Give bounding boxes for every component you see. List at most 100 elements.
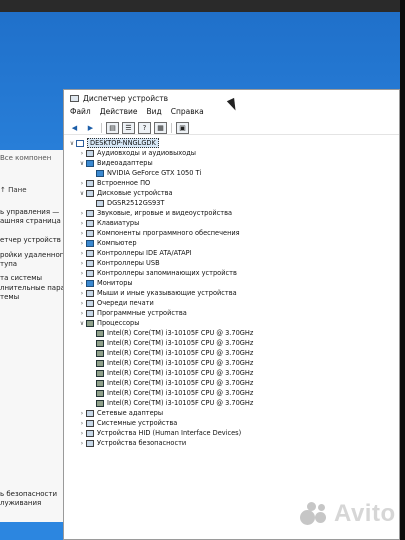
- tree-category[interactable]: › Компьютер: [78, 238, 137, 248]
- tree-device[interactable]: Intel(R) Core(TM) i3-10105F CPU @ 3.70GH…: [88, 328, 253, 338]
- tree-device[interactable]: Intel(R) Core(TM) i3-10105F CPU @ 3.70GH…: [88, 388, 253, 398]
- cp-link-device-manager[interactable]: етчер устройств: [0, 236, 61, 244]
- expand-chevron-icon[interactable]: ›: [78, 280, 86, 287]
- tree-device[interactable]: Intel(R) Core(TM) i3-10105F CPU @ 3.70GH…: [88, 398, 253, 408]
- toolbar-separator: [101, 122, 102, 133]
- expand-chevron-icon[interactable]: ›: [78, 290, 86, 297]
- expand-chevron-icon[interactable]: ›: [78, 300, 86, 307]
- tree-label: Встроенное ПО: [97, 179, 151, 187]
- tree-label: Intel(R) Core(TM) i3-10105F CPU @ 3.70GH…: [107, 369, 254, 377]
- tree-category[interactable]: ∨ Процессоры: [78, 318, 140, 328]
- device-icon: [86, 219, 94, 227]
- tree-label: Процессоры: [97, 319, 140, 327]
- tree-device[interactable]: Intel(R) Core(TM) i3-10105F CPU @ 3.70GH…: [88, 368, 253, 378]
- window-title-bar: Диспетчер устройств: [70, 94, 168, 103]
- cp-link-home[interactable]: ь управления —: [0, 208, 59, 216]
- tree-category[interactable]: › Устройства безопасности: [78, 438, 186, 448]
- device-icon: [86, 309, 94, 317]
- back-arrow-icon[interactable]: ↑: [0, 186, 8, 194]
- properties-icon[interactable]: ▤: [106, 121, 119, 134]
- expand-chevron-icon[interactable]: ›: [78, 220, 86, 227]
- menu-view[interactable]: Вид: [146, 107, 161, 120]
- expand-chevron-icon[interactable]: ›: [78, 440, 86, 447]
- cp-link-maintenance[interactable]: луживания: [0, 499, 41, 507]
- tree-device[interactable]: Intel(R) Core(TM) i3-10105F CPU @ 3.70GH…: [88, 358, 253, 368]
- tree-label: Звуковые, игровые и видеоустройства: [97, 209, 233, 217]
- tree-category[interactable]: › Клавиатуры: [78, 218, 140, 228]
- tree-label: Intel(R) Core(TM) i3-10105F CPU @ 3.70GH…: [107, 339, 254, 347]
- expand-chevron-icon[interactable]: ›: [78, 310, 86, 317]
- cp-link-home-page[interactable]: ашняя страница: [0, 217, 61, 225]
- tree-category[interactable]: › Встроенное ПО: [78, 178, 150, 188]
- cp-link-remote-2[interactable]: тупа: [0, 260, 17, 268]
- menu-action[interactable]: Действие: [100, 107, 138, 120]
- cp-link-security[interactable]: ь безопасности: [0, 490, 57, 498]
- tree-category[interactable]: › Контроллеры IDE ATA/ATAPI: [78, 248, 192, 258]
- expand-chevron-icon[interactable]: ›: [78, 150, 86, 157]
- device-icon: [86, 259, 94, 267]
- control-panel-window: Все компонен ↑ Пане ь управления — ашняя…: [0, 150, 78, 522]
- tree-category[interactable]: › Контроллеры запоминающих устройств: [78, 268, 237, 278]
- collapse-chevron-icon[interactable]: ∨: [78, 320, 86, 327]
- expand-chevron-icon[interactable]: ›: [78, 240, 86, 247]
- address-text: Пане: [8, 186, 27, 194]
- tree-label: Клавиатуры: [97, 219, 140, 227]
- tree-category[interactable]: › Сетевые адаптеры: [78, 408, 163, 418]
- tree-category[interactable]: ∨ Видеоадаптеры: [78, 158, 153, 168]
- tree-category[interactable]: › Мыши и иные указывающие устройства: [78, 288, 237, 298]
- tree-category[interactable]: › Контроллеры USB: [78, 258, 160, 268]
- tree-category[interactable]: › Устройства HID (Human Interface Devices…: [78, 428, 241, 438]
- help-icon[interactable]: ?: [138, 121, 151, 134]
- expand-chevron-icon[interactable]: ›: [78, 250, 86, 257]
- tree-category[interactable]: › Звуковые, игровые и видеоустройства: [78, 208, 232, 218]
- expand-chevron-icon[interactable]: ›: [78, 430, 86, 437]
- cp-link-protection[interactable]: та системы: [0, 274, 42, 282]
- menu-help[interactable]: Справка: [171, 107, 204, 120]
- control-panel-address-bar[interactable]: ↑ Пане: [0, 186, 27, 194]
- tree-device[interactable]: NVIDIA GeForce GTX 1050 Ti: [88, 168, 201, 178]
- tree-label: Очереди печати: [97, 299, 154, 307]
- tree-device[interactable]: Intel(R) Core(TM) i3-10105F CPU @ 3.70GH…: [88, 338, 253, 348]
- device-icon: [86, 149, 94, 157]
- details-icon[interactable]: ▦: [154, 121, 167, 134]
- cp-link-remote[interactable]: ройки удаленного: [0, 251, 68, 259]
- tree-device[interactable]: DGSR2512GS93T: [88, 198, 164, 208]
- list-view-icon[interactable]: ☰: [122, 121, 135, 134]
- tree-category[interactable]: › Очереди печати: [78, 298, 154, 308]
- expand-chevron-icon[interactable]: ›: [78, 420, 86, 427]
- collapse-chevron-icon[interactable]: ∨: [68, 140, 76, 147]
- expand-chevron-icon[interactable]: ›: [78, 210, 86, 217]
- expand-chevron-icon[interactable]: ›: [78, 410, 86, 417]
- scan-hardware-icon[interactable]: ▣: [176, 121, 189, 134]
- tree-label: Intel(R) Core(TM) i3-10105F CPU @ 3.70GH…: [107, 399, 254, 407]
- tree-category[interactable]: › Компоненты программного обеспечения: [78, 228, 240, 238]
- tree-category[interactable]: ∨ Дисковые устройства: [78, 188, 173, 198]
- tree-device[interactable]: Intel(R) Core(TM) i3-10105F CPU @ 3.70GH…: [88, 348, 253, 358]
- device-icon: [86, 229, 94, 237]
- expand-chevron-icon[interactable]: ›: [78, 180, 86, 187]
- cp-link-advanced-2[interactable]: темы: [0, 293, 19, 301]
- cpu-icon: [96, 389, 104, 397]
- tree-root[interactable]: ∨ DESKTOP-NNGLGDK: [68, 138, 159, 148]
- back-icon[interactable]: ◀: [68, 122, 81, 134]
- tree-device[interactable]: Intel(R) Core(TM) i3-10105F CPU @ 3.70GH…: [88, 378, 253, 388]
- expand-chevron-icon[interactable]: ›: [78, 260, 86, 267]
- tree-category[interactable]: › Мониторы: [78, 278, 133, 288]
- tree-category[interactable]: › Программные устройства: [78, 308, 187, 318]
- avito-wordmark: Avito: [334, 500, 396, 527]
- tree-category[interactable]: › Аудиовходы и аудиовыходы: [78, 148, 196, 158]
- expand-chevron-icon[interactable]: ›: [78, 230, 86, 237]
- forward-icon[interactable]: ▶: [84, 122, 97, 134]
- root-computer-name: DESKTOP-NNGLGDK: [87, 138, 159, 148]
- tree-label: Контроллеры USB: [97, 259, 160, 267]
- expand-chevron-icon[interactable]: ›: [78, 270, 86, 277]
- device-icon: [86, 299, 94, 307]
- cpu-icon: [86, 319, 94, 327]
- menu-file[interactable]: Файл: [70, 107, 91, 120]
- device-icon: [86, 289, 94, 297]
- tree-category[interactable]: › Системные устройства: [78, 418, 178, 428]
- device-icon: [86, 209, 94, 217]
- cpu-icon: [96, 379, 104, 387]
- collapse-chevron-icon[interactable]: ∨: [78, 160, 86, 167]
- collapse-chevron-icon[interactable]: ∨: [78, 190, 86, 197]
